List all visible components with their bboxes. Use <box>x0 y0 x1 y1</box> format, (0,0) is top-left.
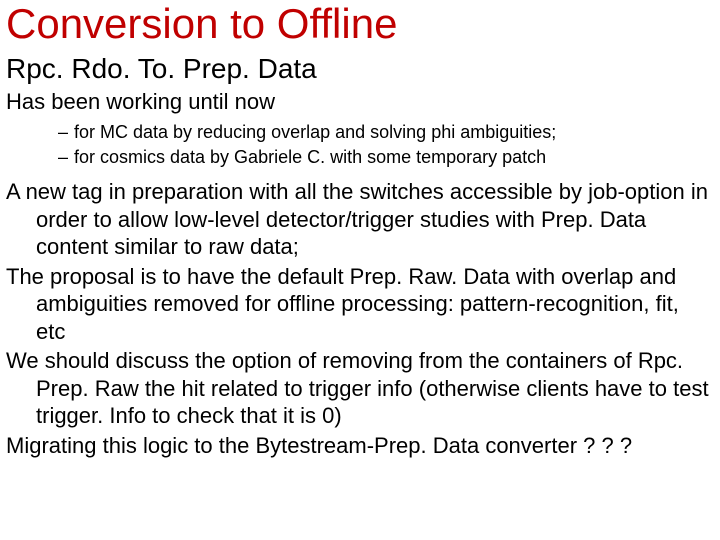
body-paragraph: A new tag in preparation with all the sw… <box>6 178 710 261</box>
slide-subtitle: Rpc. Rdo. To. Prep. Data <box>6 52 710 86</box>
working-line: Has been working until now <box>6 88 710 116</box>
slide: Conversion to Offline Rpc. Rdo. To. Prep… <box>0 0 720 471</box>
body-paragraph: Migrating this logic to the Bytestream-P… <box>6 432 710 460</box>
body-paragraph: The proposal is to have the default Prep… <box>6 263 710 346</box>
slide-title: Conversion to Offline <box>6 0 710 48</box>
list-item: for MC data by reducing overlap and solv… <box>58 121 710 144</box>
body-paragraph: We should discuss the option of removing… <box>6 347 710 430</box>
list-item: for cosmics data by Gabriele C. with som… <box>58 146 710 169</box>
sub-bullet-list: for MC data by reducing overlap and solv… <box>6 121 710 168</box>
